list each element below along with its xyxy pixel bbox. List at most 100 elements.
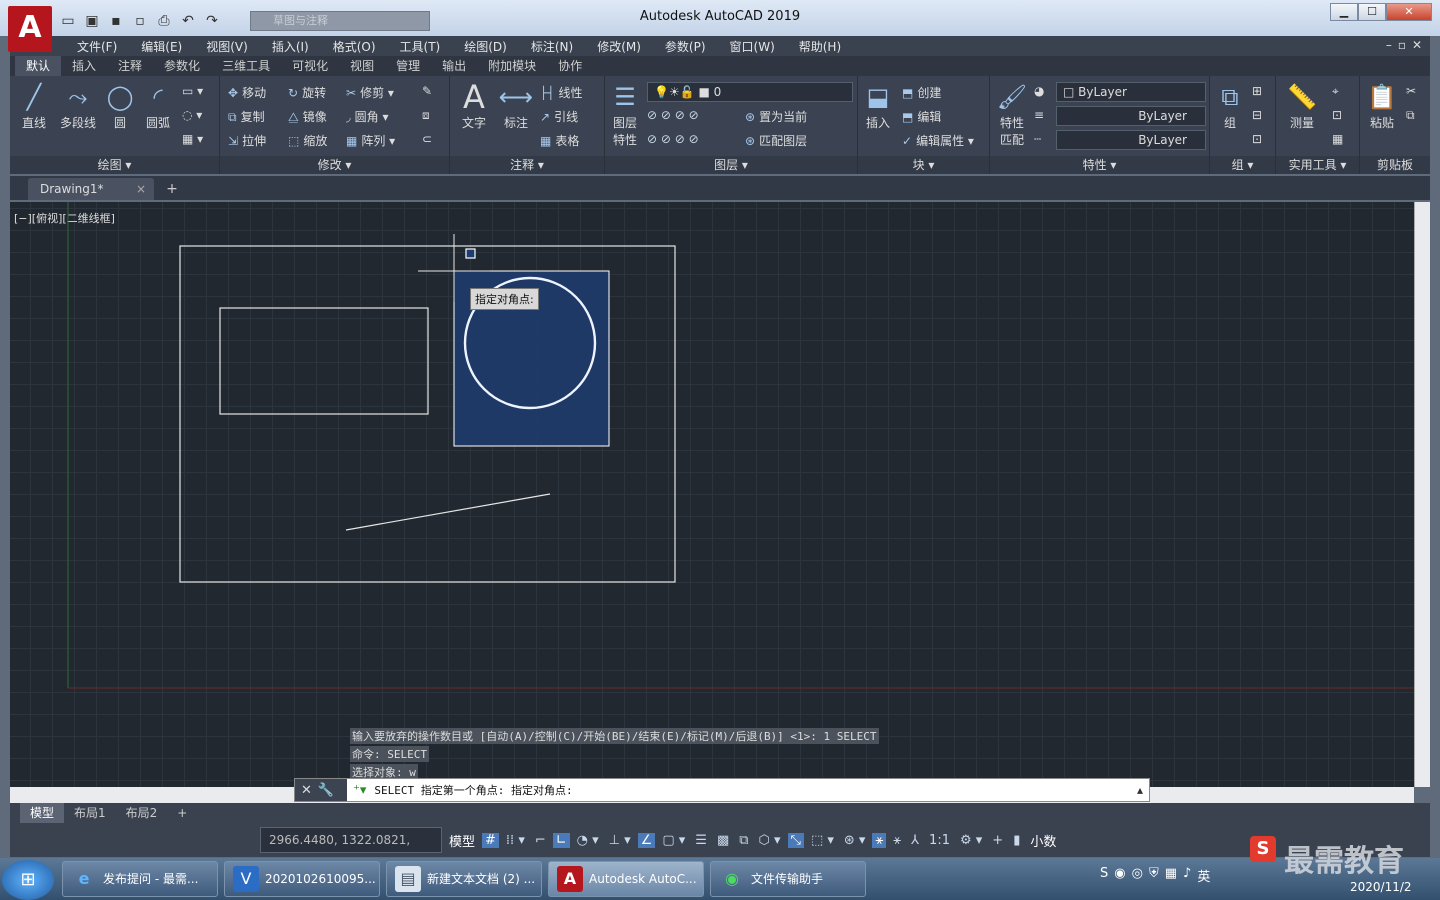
close-button[interactable]: ✕ bbox=[1386, 3, 1432, 21]
edit-block-button[interactable]: ⬒ 编辑 bbox=[902, 108, 941, 125]
scale-button[interactable]: ⬚ 缩放 bbox=[288, 132, 327, 149]
properties-panel-title[interactable]: 特性 ▾ bbox=[990, 156, 1209, 174]
taskbar-item-browser[interactable]: e 发布提问 - 最需... bbox=[62, 861, 218, 897]
array-button[interactable]: ▦ 阵列 ▾ bbox=[346, 132, 395, 149]
paste-button[interactable]: 📋 粘贴 bbox=[1364, 80, 1400, 131]
menu-window[interactable]: 窗口(W) bbox=[718, 38, 787, 55]
table-button[interactable]: ▦ 表格 bbox=[540, 132, 579, 149]
stretch-button[interactable]: ⇲ 拉伸 bbox=[228, 132, 266, 149]
maximize-button[interactable]: ☐ bbox=[1358, 3, 1386, 21]
tab-default[interactable]: 默认 bbox=[15, 56, 62, 76]
minimize-button[interactable]: ▁ bbox=[1330, 3, 1358, 21]
circle-button[interactable]: ◯ 圆 bbox=[102, 80, 138, 131]
fillet-button[interactable]: ◞ 圆角 ▾ bbox=[346, 108, 389, 125]
grid-icon[interactable]: # bbox=[482, 832, 499, 848]
mirror-button[interactable]: ⧋ 镜像 bbox=[288, 108, 327, 125]
block-panel-title[interactable]: 块 ▾ bbox=[858, 156, 989, 174]
copy-clip-icon[interactable]: ⧉ bbox=[1406, 108, 1415, 123]
taskbar-clock[interactable]: 2020/11/2 bbox=[1350, 880, 1412, 894]
text-button[interactable]: A 文字 bbox=[454, 80, 494, 131]
model-space-button[interactable]: 模型 bbox=[446, 831, 478, 850]
tab-model[interactable]: 模型 bbox=[20, 803, 65, 823]
hatch-icon[interactable]: ▦ ▾ bbox=[182, 132, 203, 146]
coordinate-readout[interactable]: 2966.4480, 1322.0821, 0.0000 bbox=[260, 827, 442, 871]
group-button[interactable]: ⧉ 组 bbox=[1212, 80, 1248, 131]
leader-button[interactable]: ↗ 引线 bbox=[540, 108, 578, 125]
menu-help[interactable]: 帮助(H) bbox=[787, 38, 853, 55]
customize-wrench-icon[interactable]: 🔧 bbox=[318, 783, 334, 798]
start-button[interactable]: ⊞ bbox=[2, 860, 54, 900]
gizmo-icon[interactable]: ⊛ ▾ bbox=[841, 833, 869, 848]
lineweight-toggle-icon[interactable]: ☰ bbox=[692, 833, 710, 848]
menu-dimension[interactable]: 标注(N) bbox=[519, 38, 585, 55]
offset-icon[interactable]: ⧈ bbox=[422, 108, 430, 123]
move-button[interactable]: ✥ 移动 bbox=[228, 84, 266, 101]
tab-insert[interactable]: 插入 bbox=[61, 56, 107, 76]
command-prompt-icon[interactable]: ⁺▾ bbox=[347, 783, 366, 798]
snap-icon[interactable]: ⁞⁞ ▾ bbox=[503, 833, 528, 848]
insert-block-button[interactable]: ⬓ 插入 bbox=[860, 80, 896, 131]
add-layout-button[interactable]: + bbox=[167, 803, 197, 823]
linetype-dropdown[interactable]: ByLayer bbox=[1056, 106, 1206, 126]
shield-icon[interactable]: ⛨ bbox=[1149, 866, 1159, 885]
erase-icon[interactable]: ✎ bbox=[422, 84, 432, 98]
layer-properties-button[interactable]: ☰ 图层 特性 bbox=[607, 80, 643, 148]
object-snap-icon[interactable]: ▢ ▾ bbox=[659, 833, 688, 848]
command-history-toggle-icon[interactable]: ▴ bbox=[1137, 783, 1149, 797]
selection-cycling-icon[interactable]: ⧉ bbox=[736, 833, 751, 848]
draw-panel-title[interactable]: 绘图 ▾ bbox=[10, 156, 219, 174]
menu-file[interactable]: 文件(F) bbox=[65, 38, 129, 55]
menu-view[interactable]: 视图(V) bbox=[194, 38, 260, 55]
auto-scale-icon[interactable]: ⚹ bbox=[890, 833, 904, 848]
ungroup-icon[interactable]: ⊞ bbox=[1252, 84, 1262, 98]
rectangle-icon[interactable]: ▭ ▾ bbox=[182, 84, 203, 98]
quick-select-icon[interactable]: ⊡ bbox=[1332, 108, 1342, 122]
measure-button[interactable]: 📏 测量 bbox=[1280, 80, 1324, 131]
set-current-button[interactable]: ⊛ 置为当前 bbox=[745, 108, 807, 125]
diagonal-line[interactable] bbox=[345, 493, 551, 531]
tab-collaborate[interactable]: 协作 bbox=[547, 56, 593, 76]
menu-insert[interactable]: 插入(I) bbox=[260, 38, 321, 55]
modify-panel-title[interactable]: 修改 ▾ bbox=[220, 156, 449, 174]
menu-modify[interactable]: 修改(M) bbox=[585, 38, 653, 55]
layer-state-icon[interactable]: ⊘ ⊘ ⊘ ⊘ bbox=[647, 132, 699, 146]
isodraft-icon[interactable]: ⊥ ▾ bbox=[606, 833, 634, 848]
match-layer-button[interactable]: ⊛ 匹配图层 bbox=[745, 132, 807, 149]
weibo-icon[interactable]: ◎ bbox=[1132, 866, 1143, 885]
color-dropdown[interactable]: □ ByLayer bbox=[1056, 82, 1206, 102]
sogou-icon[interactable]: S bbox=[1100, 866, 1108, 885]
workspace-gear-icon[interactable]: ⚙ ▾ bbox=[957, 833, 985, 848]
tab-layout1[interactable]: 布局1 bbox=[64, 803, 116, 823]
taskbar-item-wechat[interactable]: ◉ 文件传输助手 bbox=[710, 861, 866, 897]
polar-tracking-icon[interactable]: ◔ ▾ bbox=[574, 833, 602, 848]
annotation-panel-title[interactable]: 注释 ▾ bbox=[450, 156, 604, 174]
calculator-icon[interactable]: ▦ bbox=[1332, 132, 1343, 146]
edit-attributes-button[interactable]: ✓ 编辑属性 ▾ bbox=[902, 132, 974, 149]
document-window-controls[interactable]: –▫✕ bbox=[1386, 38, 1428, 52]
new-tab-button[interactable]: + bbox=[162, 180, 182, 198]
copy-button[interactable]: ⧉ 复制 bbox=[228, 108, 265, 125]
tab-view[interactable]: 视图 bbox=[339, 56, 385, 76]
annotation-visibility-icon[interactable]: ⚹ bbox=[872, 832, 887, 848]
volume-icon[interactable]: ♪ bbox=[1183, 866, 1191, 885]
menu-format[interactable]: 格式(O) bbox=[321, 38, 388, 55]
tab-manage[interactable]: 管理 bbox=[385, 56, 431, 76]
object-snap-tracking-icon[interactable]: ∠ bbox=[637, 832, 656, 848]
dynamic-ucs-icon[interactable]: ⤡ bbox=[787, 832, 804, 848]
layer-tools-icon[interactable]: ⊘ ⊘ ⊘ ⊘ bbox=[647, 108, 699, 122]
linear-dim-button[interactable]: ├┤ 线性 bbox=[540, 84, 582, 101]
file-tab-drawing1[interactable]: Drawing1* × bbox=[28, 178, 154, 200]
explode-icon[interactable]: ⊂ bbox=[422, 132, 432, 146]
line-button[interactable]: ╱ 直线 bbox=[14, 80, 54, 131]
tab-output[interactable]: 输出 bbox=[431, 56, 477, 76]
tab-3d-tools[interactable]: 三维工具 bbox=[211, 56, 281, 76]
match-properties-button[interactable]: 🖌 特性 匹配 bbox=[992, 80, 1032, 148]
inner-rectangle[interactable] bbox=[219, 307, 429, 415]
ime-indicator[interactable]: 英 bbox=[1197, 866, 1210, 885]
dimension-button[interactable]: ⟷ 标注 bbox=[496, 80, 536, 131]
lineweight-dropdown[interactable]: ByLayer bbox=[1056, 130, 1206, 150]
menu-edit[interactable]: 编辑(E) bbox=[129, 38, 194, 55]
color-wheel-icon[interactable]: ◕ bbox=[1034, 84, 1044, 98]
drawing-canvas[interactable]: [−][俯视][二维线框] 指定对角点: 输入要放弃的操作数目或 [自动(A)/… bbox=[10, 202, 1414, 787]
infer-constraints-icon[interactable]: ⌐ bbox=[532, 833, 549, 848]
